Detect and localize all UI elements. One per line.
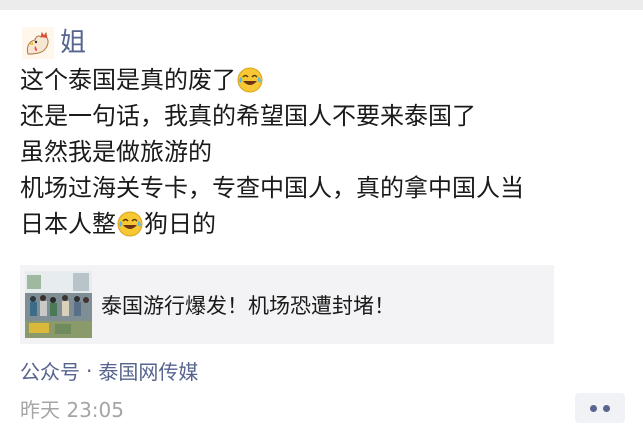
post-text-segment: 日本人整 bbox=[20, 210, 116, 238]
post-line: 机场过海关专卡，专查中国人，真的拿中国人当 bbox=[20, 170, 635, 206]
laugh-cry-emoji-icon bbox=[237, 67, 263, 93]
post-line: 还是一句话，我真的希望国人不要来泰国了 bbox=[20, 98, 635, 134]
more-dots-icon[interactable] bbox=[575, 393, 625, 423]
shared-article-card[interactable]: 泰国游行爆发！机场恐遭封堵！ bbox=[20, 265, 554, 344]
source-separator: · bbox=[86, 358, 93, 383]
dot bbox=[590, 404, 597, 412]
post-line: 虽然我是做旅游的 bbox=[20, 134, 635, 170]
rooster-icon[interactable] bbox=[22, 27, 54, 59]
laugh-cry-emoji-icon bbox=[117, 211, 143, 237]
post-text-segment: 还是一句话，我真的希望国人不要来泰国了 bbox=[20, 102, 476, 130]
dot bbox=[603, 404, 610, 412]
source-type-label[interactable]: 公众号 bbox=[20, 356, 80, 385]
author-name-link[interactable]: 姐 bbox=[60, 27, 86, 59]
shared-article-title[interactable]: 泰国游行爆发！机场恐遭封堵！ bbox=[101, 290, 395, 320]
post-line: 这个泰国是真的废了 bbox=[20, 62, 635, 98]
post-text-segment: 机场过海关专卡，专查中国人，真的拿中国人当 bbox=[20, 174, 524, 202]
post-text-segment: 虽然我是做旅游的 bbox=[20, 138, 212, 166]
post-source-row: 公众号 · 泰国网传媒 bbox=[20, 356, 198, 385]
post-content: 这个泰国是真的废了 还是一句话，我真的希望国人不要来泰国了 虽然我是做旅游的 机… bbox=[20, 62, 635, 242]
source-account-link[interactable]: 泰国网传媒 bbox=[98, 356, 198, 385]
post-line: 日本人整 狗日的 bbox=[20, 206, 635, 242]
post-text-segment: 这个泰国是真的废了 bbox=[20, 66, 236, 94]
post-text-segment: 狗日的 bbox=[144, 210, 216, 238]
top-divider-strip bbox=[0, 0, 643, 10]
post-author-row: 姐 bbox=[22, 26, 86, 60]
post-timestamp: 昨天 23:05 bbox=[20, 398, 124, 422]
news-photo-thumbnail bbox=[25, 271, 92, 338]
